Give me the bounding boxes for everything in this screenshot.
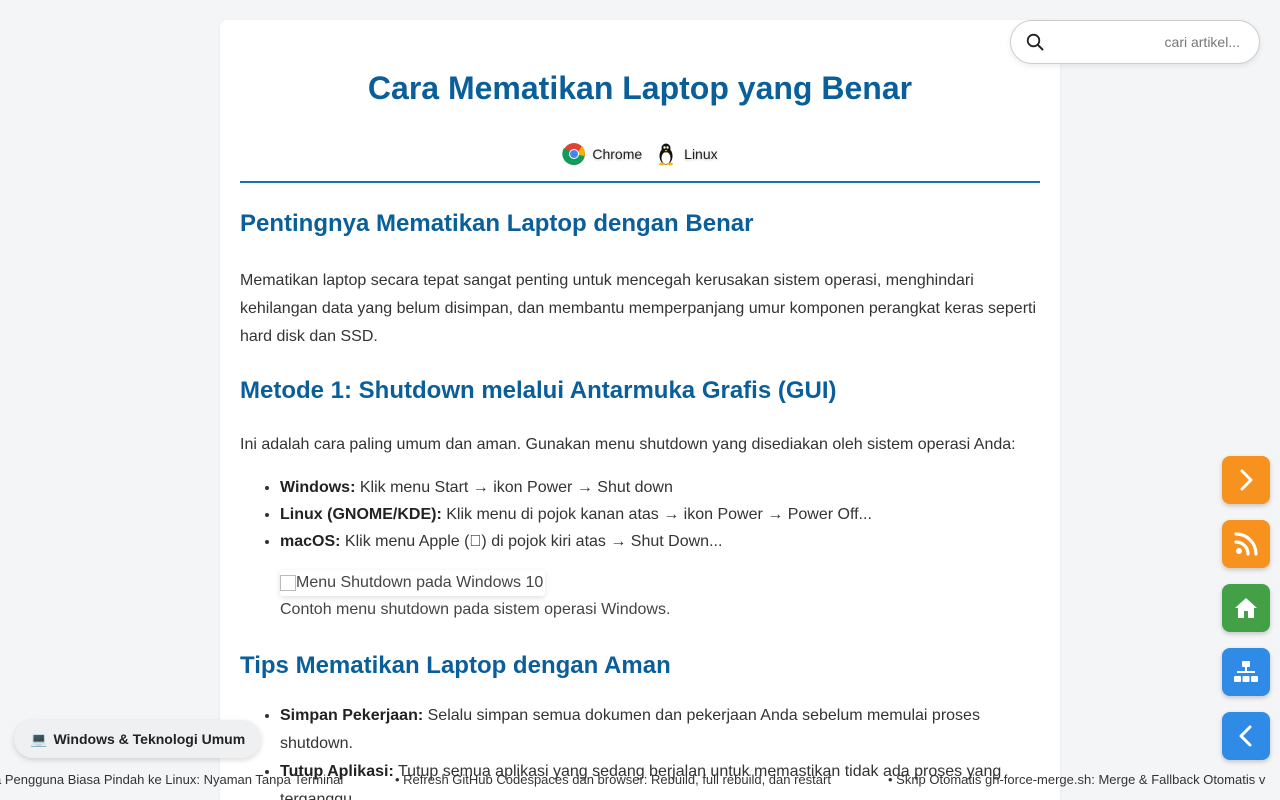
search-icon[interactable]: [1026, 33, 1044, 51]
section-intro: Ini adalah cara paling umum dan aman. Gu…: [240, 436, 1016, 453]
list-item-text: Klik menu Start → ikon Power → Shut down: [355, 479, 673, 496]
section-heading: Metode 1: Shutdown melalui Antarmuka Gra…: [240, 377, 837, 404]
chrome-icon: [562, 143, 586, 166]
broken-image-icon: [280, 575, 296, 591]
sitemap-icon: [1234, 661, 1258, 682]
section-heading: Pentingnya Mematikan Laptop dengan Benar: [240, 210, 754, 237]
section-paragraph: Mematikan laptop secara tepat sangat pen…: [240, 272, 1037, 345]
list-item: macOS: Klik menu Apple () di pojok kiri…: [280, 528, 1040, 555]
page-title: Cara Mematikan Laptop yang Benar: [367, 70, 913, 106]
list-item: Tutup Aplikasi: Tutup semua aplikasi yan…: [280, 758, 1040, 800]
tag-linux[interactable]: Linux: [654, 142, 718, 166]
back-button[interactable]: [1222, 712, 1270, 760]
category-badge[interactable]: 💻 Windows & Teknologi Umum: [14, 720, 262, 758]
list-item-label: Linux (GNOME/KDE):: [280, 506, 442, 523]
article-card: Cara Mematikan Laptop yang Benar Chrome: [220, 20, 1060, 800]
home-button[interactable]: [1222, 584, 1270, 632]
next-button[interactable]: [1222, 456, 1270, 504]
list-item-label: Simpan Pekerjaan:: [280, 707, 424, 724]
list-item: Simpan Pekerjaan: Selalu simpan semua do…: [280, 702, 1040, 758]
list-item-label: Windows:: [280, 479, 356, 496]
tips-list: Simpan Pekerjaan: Selalu simpan semua do…: [240, 702, 1040, 800]
rss-button[interactable]: [1222, 520, 1270, 568]
list-item-text: Klik menu di pojok kanan atas → ikon Pow…: [441, 506, 872, 523]
linux-tux-icon: [659, 143, 674, 166]
tag-label: Chrome: [592, 146, 643, 162]
chevron-left-icon: [1239, 725, 1252, 747]
list-item-text: Klik menu Apple () di pojok kiri atas →…: [340, 533, 723, 550]
tag-chrome[interactable]: Chrome: [562, 142, 642, 166]
list-item-label: macOS:: [280, 533, 341, 550]
image-alt-text: Menu Shutdown pada Windows 10: [296, 574, 544, 591]
laptop-icon: 💻: [30, 730, 48, 747]
rss-icon: [1234, 532, 1258, 556]
category-label: Windows & Teknologi Umum: [53, 731, 246, 747]
list-item-label: Tutup Aplikasi:: [280, 763, 394, 780]
chevron-right-icon: [1240, 469, 1253, 491]
tag-label: Linux: [684, 146, 718, 162]
title-divider: [240, 181, 1040, 183]
figure: Menu Shutdown pada Windows 10 Contoh men…: [280, 570, 1040, 624]
tag-list: Chrome Linux: [240, 139, 1040, 169]
list-item: Linux (GNOME/KDE): Klik menu di pojok ka…: [280, 501, 1040, 528]
search-box: [1010, 20, 1260, 64]
home-icon: [1235, 598, 1257, 618]
search-input[interactable]: [1060, 34, 1240, 50]
list-item: Windows: Klik menu Start → ikon Power → …: [280, 474, 1040, 501]
figure-caption: Contoh menu shutdown pada sistem operasi…: [280, 601, 671, 618]
broken-image: Menu Shutdown pada Windows 10: [280, 570, 545, 596]
sitemap-button[interactable]: [1222, 648, 1270, 696]
section-heading: Tips Mematikan Laptop dengan Aman: [240, 652, 671, 679]
method-list: Windows: Klik menu Start → ikon Power → …: [240, 474, 1040, 555]
